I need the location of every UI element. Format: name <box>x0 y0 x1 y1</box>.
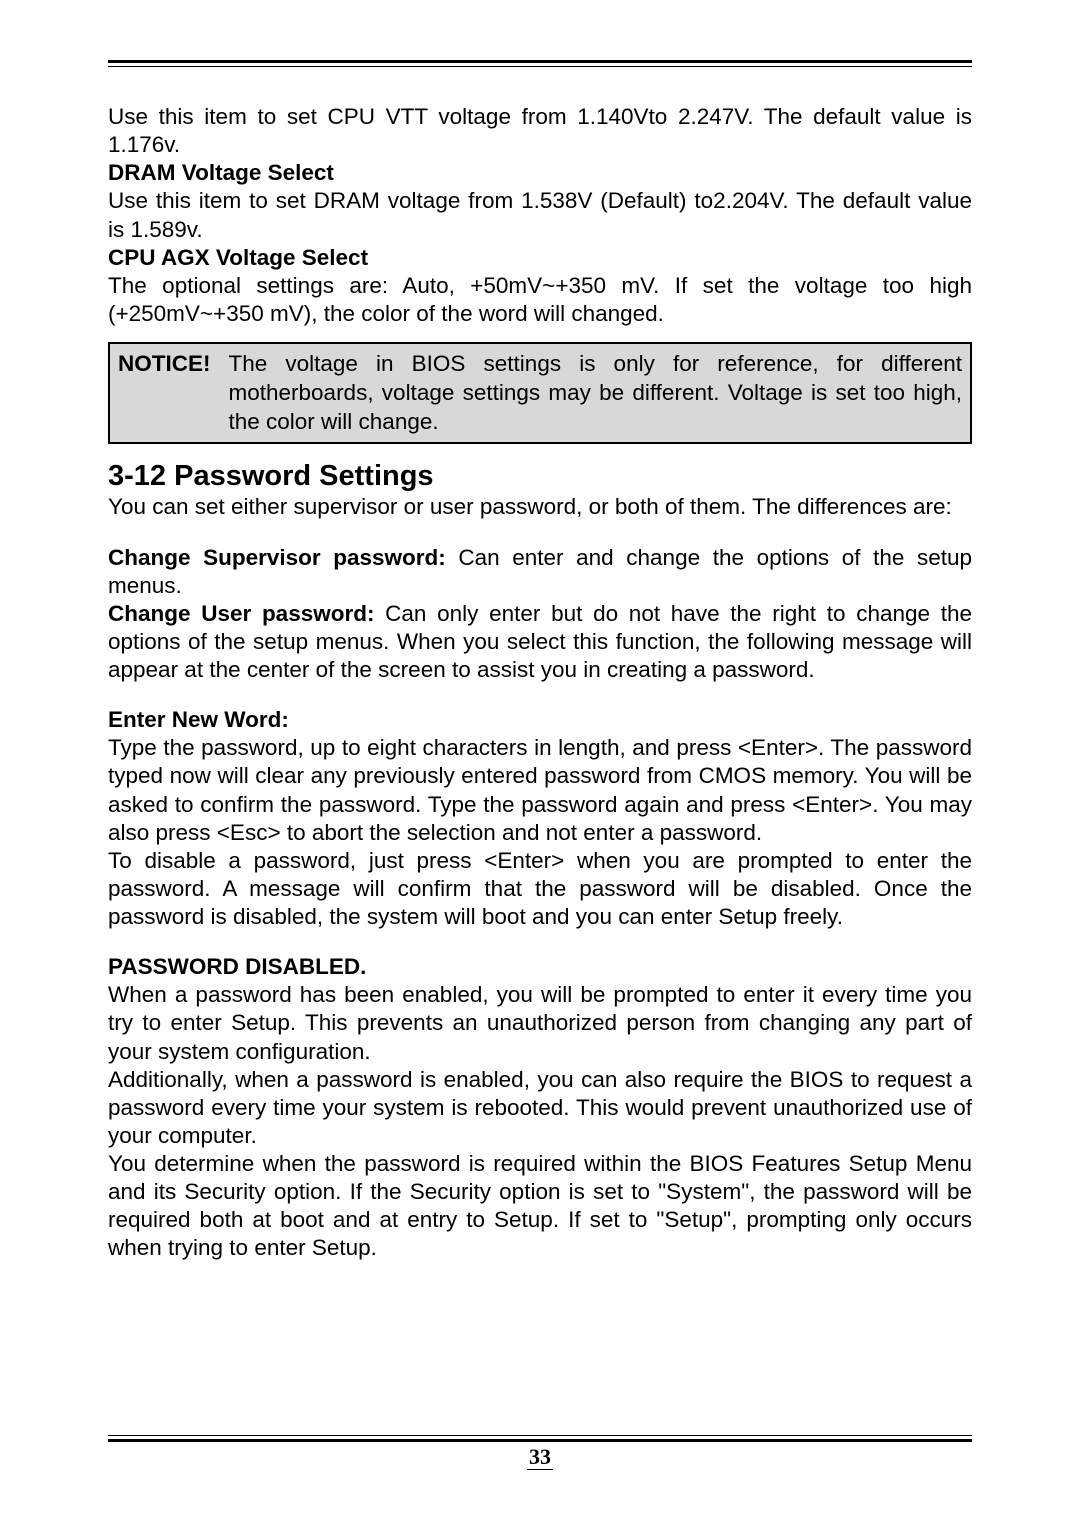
cpu-vtt-text: Use this item to set CPU VTT voltage fro… <box>108 103 972 159</box>
dram-heading: DRAM Voltage Select <box>108 159 972 187</box>
change-supervisor-label: Change Supervisor password: <box>108 545 446 570</box>
change-user-label: Change User password: <box>108 601 374 626</box>
notice-text: The voltage in BIOS settings is only for… <box>229 350 963 436</box>
top-divider <box>108 60 972 67</box>
password-disabled-text: When a password has been enabled, you wi… <box>108 981 972 1262</box>
notice-label: NOTICE! <box>118 350 211 436</box>
change-user-block: Change User password: Can only enter but… <box>108 600 972 684</box>
bottom-divider <box>108 1435 972 1442</box>
footer: 33 <box>108 1411 972 1470</box>
section-title: 3-12 Password Settings <box>108 460 972 493</box>
enter-new-word-heading: Enter New Word: <box>108 706 972 734</box>
page-number: 33 <box>108 1444 972 1470</box>
password-disabled-heading: PASSWORD DISABLED. <box>108 953 972 981</box>
notice-box: NOTICE! The voltage in BIOS settings is … <box>108 342 972 444</box>
dram-text: Use this item to set DRAM voltage from 1… <box>108 187 972 243</box>
agx-heading: CPU AGX Voltage Select <box>108 244 972 272</box>
agx-text: The optional settings are: Auto, +50mV~+… <box>108 272 972 328</box>
change-supervisor-block: Change Supervisor password: Can enter an… <box>108 544 972 600</box>
section-intro: You can set either supervisor or user pa… <box>108 493 972 521</box>
period: . <box>176 573 182 598</box>
enter-new-word-text: Type the password, up to eight character… <box>108 734 972 931</box>
document-page: Use this item to set CPU VTT voltage fro… <box>0 0 1080 1263</box>
